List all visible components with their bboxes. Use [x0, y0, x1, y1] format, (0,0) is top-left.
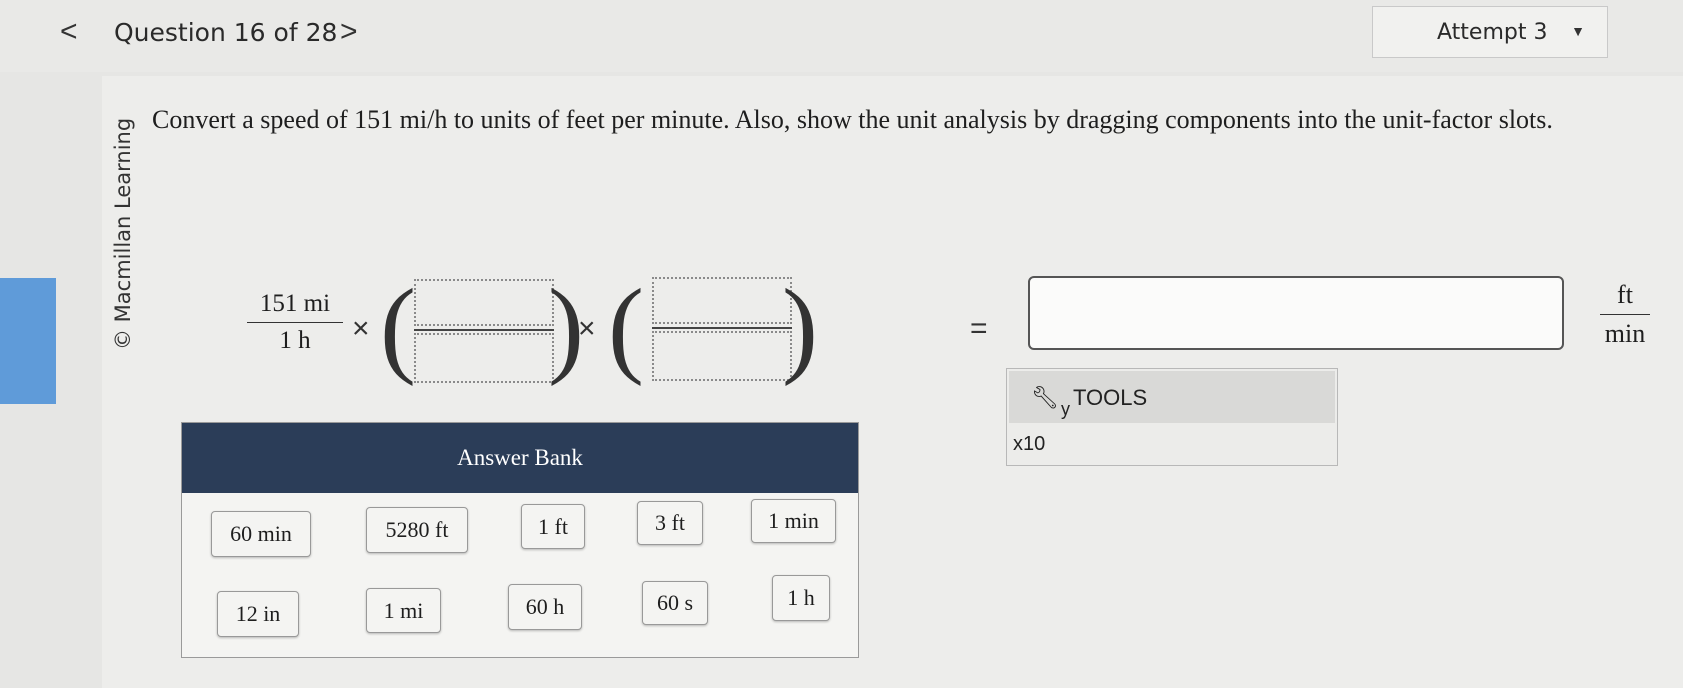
question-prompt: Convert a speed of 151 mi/h to units of …	[152, 105, 1553, 134]
answer-chip[interactable]: 12 in	[217, 591, 299, 637]
answer-bank: Answer Bank 60 min 5280 ft 1 ft 3 ft 1 m…	[181, 422, 859, 658]
next-question-button[interactable]: >	[340, 14, 358, 50]
fraction-bar	[1600, 314, 1650, 315]
attempt-label: Attempt 3	[1437, 20, 1548, 45]
multiply-sign: ×	[352, 312, 370, 345]
tools-panel: 🔧︎ y TOOLS x10	[1006, 368, 1338, 466]
question-counter: Question 16 of 28	[114, 18, 338, 47]
answer-chip[interactable]: 1 mi	[366, 588, 441, 633]
unit-factor-1-fraction-bar	[414, 329, 554, 331]
answer-chip[interactable]: 1 h	[772, 575, 830, 621]
previous-question-button[interactable]: <	[60, 14, 78, 50]
unit-factor-1-numerator-slot[interactable]	[414, 279, 554, 326]
top-bar: < Question 16 of 28 > Attempt 3 ▼	[0, 0, 1683, 72]
tools-label: TOOLS	[1073, 385, 1148, 410]
given-fraction: 151 mi 1 h	[247, 290, 343, 355]
unit-factor-2-fraction-bar	[652, 327, 792, 329]
answer-bank-header: Answer Bank	[182, 423, 858, 493]
answer-chip[interactable]: 1 min	[751, 499, 836, 543]
result-unit-fraction: ft min	[1600, 280, 1650, 349]
given-numerator: 151 mi	[259, 290, 331, 317]
open-paren: (	[380, 268, 416, 387]
answer-chip[interactable]: 60 min	[211, 511, 311, 557]
multiply-sign: ×	[578, 312, 596, 345]
caret-down-icon: ▼	[1571, 23, 1585, 39]
wrench-icon: 🔧︎	[1031, 385, 1059, 410]
sidebar-accent	[0, 278, 56, 404]
answer-chip[interactable]: 1 ft	[521, 504, 585, 549]
tools-button[interactable]: 🔧︎ y TOOLS	[1009, 371, 1335, 423]
copyright-watermark: © Macmillan Learning	[111, 117, 135, 350]
answer-chip[interactable]: 3 ft	[637, 501, 703, 545]
unit-factor-2-denominator-slot[interactable]	[652, 331, 792, 381]
equals-sign: =	[970, 312, 988, 345]
result-unit-numerator: ft	[1617, 280, 1633, 309]
answer-chip[interactable]: 60 h	[508, 584, 582, 630]
given-denominator: 1 h	[279, 327, 311, 354]
answer-input[interactable]	[1028, 276, 1564, 350]
result-unit-denominator: min	[1604, 319, 1646, 348]
close-paren: )	[782, 268, 818, 387]
answer-chip[interactable]: 60 s	[642, 581, 708, 625]
x10-button[interactable]: x10	[1013, 433, 1045, 456]
answer-bank-title: Answer Bank	[457, 445, 583, 470]
unit-factor-2-numerator-slot[interactable]	[652, 277, 792, 324]
fraction-bar	[247, 322, 343, 323]
answer-chip[interactable]: 5280 ft	[366, 507, 468, 553]
attempt-dropdown[interactable]: Attempt 3 ▼	[1372, 6, 1608, 58]
unit-factor-1-denominator-slot[interactable]	[414, 333, 554, 383]
open-paren: (	[608, 268, 644, 387]
tools-subscript: y	[1061, 399, 1070, 419]
